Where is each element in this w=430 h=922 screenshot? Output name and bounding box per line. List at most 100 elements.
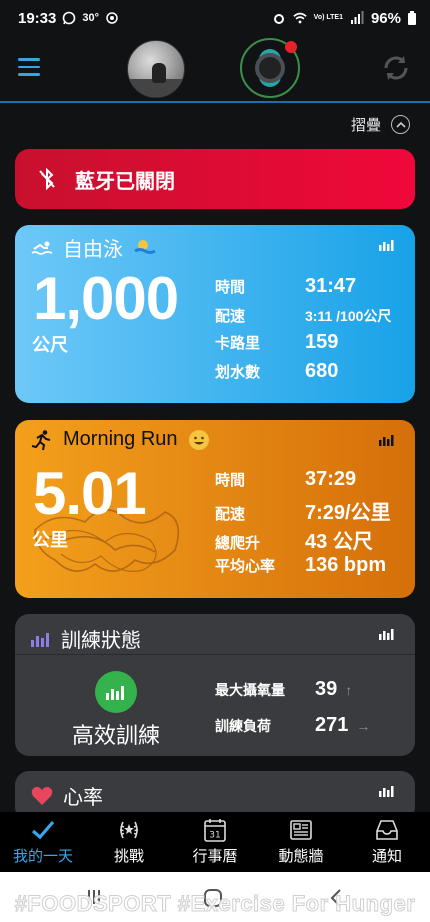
notification-dot — [285, 41, 297, 53]
run-title: Morning Run — [63, 428, 178, 450]
chevron-up-icon — [391, 115, 410, 134]
swim-distance-unit: 公尺 — [32, 335, 68, 355]
metric-label: 卡路里 — [215, 335, 261, 352]
watermark-text: #FOODSPORT #Exercise For Hunger — [14, 891, 416, 917]
signal-icon — [350, 11, 364, 24]
swim-activity-card[interactable]: 自由泳 1,000 公尺 時間 31:47 配速 3:11 /100公尺 卡路里… — [15, 225, 415, 403]
swim-metric-row: 卡路里 159 — [215, 331, 415, 354]
stats-icon[interactable] — [379, 628, 395, 640]
swim-metric-row: 時間 31:47 — [215, 275, 415, 298]
smile-emoji-icon — [188, 429, 209, 450]
bottom-navigation: 我的一天 挑戰 31 行事曆 動態牆 通知 — [0, 812, 430, 872]
battery-icon — [408, 11, 416, 25]
nav-label: 我的一天 — [12, 848, 73, 865]
swim-title: 自由泳 — [63, 239, 123, 261]
swim-distance-value: 1,000 — [33, 265, 179, 332]
run-card-header: Morning Run — [31, 428, 210, 451]
metric-label: 最大攝氧量 — [215, 681, 285, 698]
productive-status-badge — [95, 671, 137, 713]
stats-icon[interactable] — [379, 785, 395, 797]
run-metric-row: 配速 7:29/公里 — [215, 496, 415, 525]
stats-icon[interactable] — [379, 239, 395, 251]
training-status-card[interactable]: 訓練狀態 高效訓練 最大攝氧量 39 ↑ 訓練負荷 271 → — [15, 614, 415, 756]
metric-value: 271 — [315, 714, 349, 736]
status-bar: 19:33 30° Vo) LTE1 96% — [0, 0, 430, 36]
device-watch-button[interactable] — [240, 38, 300, 98]
metric-label: 時間 — [215, 472, 246, 489]
avatar[interactable] — [127, 40, 185, 98]
vo2max-row: 最大攝氧量 39 ↑ — [215, 678, 415, 701]
check-icon — [31, 820, 55, 840]
training-load-row: 訓練負荷 271 → — [215, 714, 415, 737]
trend-right-icon: → — [356, 717, 371, 734]
temperature: 30° — [82, 12, 100, 24]
metric-label: 總爬升 — [215, 535, 261, 552]
run-metric-row: 總爬升 43 公尺 — [215, 525, 415, 554]
network-label: Vo) LTE1 — [313, 14, 343, 21]
hamburger-icon[interactable] — [18, 58, 40, 76]
nav-calendar[interactable]: 31 行事曆 — [172, 812, 258, 872]
metric-label: 平均心率 — [215, 558, 276, 575]
nav-my-day[interactable]: 我的一天 — [0, 812, 86, 872]
whatsapp-icon — [63, 11, 76, 25]
run-distance-value: 5.01 — [33, 460, 147, 527]
battery-percent: 96% — [370, 9, 401, 27]
heart-rate-title: 心率 — [63, 787, 103, 809]
swimmer-emoji-icon — [134, 239, 156, 254]
app-header — [0, 36, 430, 102]
run-distance-unit: 公里 — [32, 530, 68, 550]
metric-value: 37:29 — [305, 468, 357, 490]
metric-value: 39 — [315, 678, 338, 700]
metric-label: 訓練負荷 — [215, 717, 271, 734]
bluetooth-off-banner[interactable]: 藍牙已關閉 — [15, 149, 415, 209]
training-card-header: 訓練狀態 — [31, 624, 141, 653]
heart-rate-header: 心率 — [31, 781, 103, 810]
metric-value: 3:11 /100公尺 — [305, 308, 392, 324]
nav-notifications[interactable]: 通知 — [344, 812, 430, 872]
metric-label: 配速 — [215, 308, 246, 325]
metric-value: 7:29/公里 — [305, 502, 391, 524]
laurel-icon — [119, 821, 139, 839]
calendar-icon: 31 — [204, 819, 226, 842]
bluetooth-status-text: 藍牙已關閉 — [75, 170, 175, 193]
alarm-icon — [273, 14, 284, 24]
metric-label: 划水數 — [215, 364, 261, 381]
training-status-icon — [31, 632, 49, 647]
divider — [15, 654, 415, 655]
metric-value: 31:47 — [305, 275, 357, 297]
run-activity-card[interactable]: Morning Run 5.01 公里 時間 37:29 配速 7:29/公里 … — [15, 420, 415, 598]
run-metric-row: 時間 37:29 — [215, 468, 415, 491]
training-level-icon — [106, 686, 124, 700]
sync-icon[interactable] — [382, 54, 410, 82]
collapse-toggle[interactable]: 摺疊 — [351, 114, 410, 135]
training-title: 訓練狀態 — [61, 630, 141, 652]
watch-icon — [255, 53, 285, 83]
calendar-day: 31 — [209, 831, 220, 841]
metric-label: 時間 — [215, 279, 246, 296]
metric-value: 680 — [305, 360, 339, 382]
collapse-label: 摺疊 — [350, 117, 381, 134]
nav-label: 通知 — [371, 848, 402, 865]
training-status-text: 高效訓練 — [71, 723, 160, 748]
wifi-icon — [293, 12, 307, 24]
nav-label: 行事曆 — [192, 848, 238, 865]
newsfeed-icon — [290, 820, 312, 840]
metric-value: 43 公尺 — [305, 531, 373, 553]
metric-label: 配速 — [215, 506, 246, 523]
weather-icon — [106, 12, 118, 24]
inbox-icon — [376, 820, 398, 840]
metric-value: 159 — [305, 331, 339, 353]
bluetooth-off-icon — [39, 168, 55, 190]
nav-challenges[interactable]: 挑戰 — [86, 812, 172, 872]
nav-newsfeed[interactable]: 動態牆 — [258, 812, 344, 872]
swim-metric-row: 配速 3:11 /100公尺 — [215, 299, 415, 326]
clock: 19:33 — [18, 9, 57, 27]
swim-metric-row: 划水數 680 — [215, 360, 415, 383]
swim-card-header: 自由泳 — [31, 233, 157, 262]
nav-label: 動態牆 — [278, 848, 324, 865]
heart-icon — [31, 786, 53, 805]
run-metric-row: 平均心率 136 bpm — [215, 554, 415, 577]
stats-icon[interactable] — [379, 434, 395, 446]
swimmer-icon — [31, 241, 53, 255]
trend-up-icon: ↑ — [345, 681, 353, 698]
